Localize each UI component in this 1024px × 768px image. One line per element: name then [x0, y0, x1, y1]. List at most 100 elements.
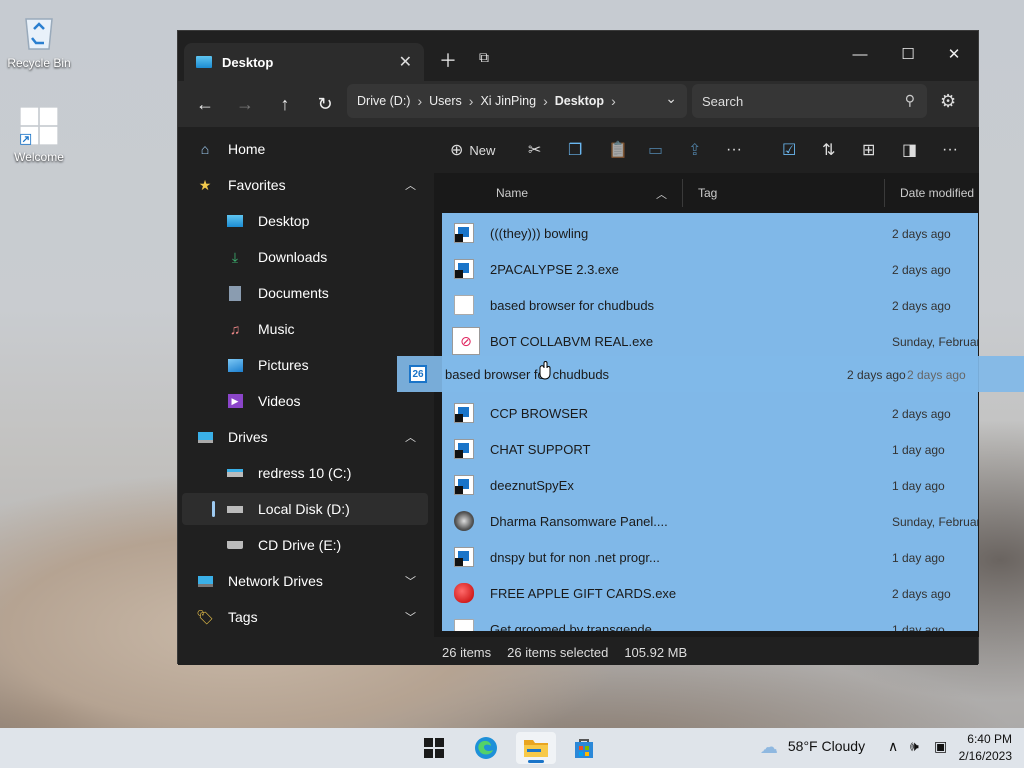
sidebar-item-drive-d[interactable]: Local Disk (D:)	[182, 493, 428, 525]
minimize-button[interactable]: —	[840, 39, 880, 69]
sort-icon[interactable]: ⇅	[822, 137, 835, 163]
sidebar-item-label: redress 10 (C:)	[258, 465, 352, 481]
refresh-icon[interactable]: ↻	[312, 93, 338, 115]
sidebar-item-drive-c[interactable]: redress 10 (C:)	[182, 457, 428, 489]
chevron-up-icon[interactable]: ︿	[405, 177, 416, 193]
chevron-up-icon[interactable]: ︿	[405, 429, 416, 445]
file-name: FREE APPLE GIFT CARDS.exe	[490, 586, 677, 601]
column-tag[interactable]: Tag	[698, 186, 717, 200]
close-button[interactable]: ✕	[934, 39, 974, 69]
plus-circle-icon: ⊕	[450, 142, 464, 159]
list-item[interactable]: dnspy but for non .net progr... 1 day ag…	[442, 539, 978, 575]
sidebar-item-videos[interactable]: ▶ Videos	[182, 385, 428, 417]
copy-icon[interactable]: ❐	[568, 137, 582, 163]
more-options-icon[interactable]: ···	[942, 137, 958, 163]
edge-button[interactable]	[466, 732, 506, 764]
time: 6:40 PM	[967, 732, 1012, 746]
file-date: 1 day ago	[892, 443, 945, 457]
column-divider[interactable]	[682, 179, 683, 207]
file-date: Sunday, Februar	[892, 335, 978, 349]
recycle-bin-shortcut[interactable]: Recycle Bin	[3, 12, 75, 70]
list-item[interactable]: CHAT SUPPORT 1 day ago	[442, 431, 978, 467]
list-item[interactable]: deeznutSpyEx 1 day ago	[442, 467, 978, 503]
breadcrumb-user[interactable]: Xi JinPing	[480, 94, 536, 108]
rename-icon[interactable]: ▭	[648, 137, 663, 163]
sidebar-item-drives[interactable]: Drives ︿	[182, 421, 428, 453]
sidebar-item-drive-e[interactable]: CD Drive (E:)	[182, 529, 428, 561]
desktop-icon	[226, 212, 244, 230]
welcome-shortcut[interactable]: Welcome	[3, 106, 75, 164]
start-button[interactable]	[414, 732, 454, 764]
gear-icon[interactable]: ⚙	[940, 91, 956, 112]
sidebar-item-label: Drives	[228, 429, 268, 445]
windows-start-icon	[424, 738, 444, 758]
chevron-down-icon[interactable]: ﹀	[405, 609, 416, 625]
sidebar-item-desktop[interactable]: Desktop	[182, 205, 428, 237]
file-name: (((they))) bowling	[490, 226, 589, 241]
sidebar-item-documents[interactable]: Documents	[182, 277, 428, 309]
back-arrow-icon[interactable]: ←	[192, 93, 218, 115]
sidebar-item-music[interactable]: ♫ Music	[182, 313, 428, 345]
sidebar-item-network-drives[interactable]: Network Drives ﹀	[182, 565, 428, 597]
column-date-modified[interactable]: Date modified	[900, 186, 974, 200]
new-button[interactable]: ⊕ New	[450, 137, 495, 163]
list-item[interactable]: 2PACALYPSE 2.3.exe 2 days ago	[442, 251, 978, 287]
file-name: dnspy but for non .net progr...	[490, 550, 660, 565]
file-name: CCP BROWSER	[490, 406, 588, 421]
sidebar-item-home[interactable]: ⌂ Home	[182, 133, 428, 165]
column-name[interactable]: Name	[496, 186, 528, 200]
sidebar-item-tags[interactable]: 🏷 Tags ﹀	[182, 601, 428, 633]
network-status-icon[interactable]: ▣	[934, 738, 947, 755]
list-item[interactable]: FREE APPLE GIFT CARDS.exe 2 days ago	[442, 575, 978, 611]
duplicate-tab-icon[interactable]: ⧉	[472, 49, 496, 66]
application-icon	[454, 439, 474, 459]
tab-close-icon[interactable]: ✕	[399, 52, 412, 72]
item-count: 26 items	[442, 644, 492, 660]
breadcrumb-drive[interactable]: Drive (D:)	[357, 94, 410, 108]
file-explorer-button[interactable]	[516, 732, 556, 764]
breadcrumb-desktop[interactable]: Desktop	[555, 94, 604, 108]
forward-arrow-icon[interactable]: →	[232, 93, 258, 115]
select-all-icon[interactable]: ☑	[782, 137, 796, 163]
application-icon	[454, 223, 474, 243]
new-label: New	[469, 142, 496, 158]
sidebar-item-pictures[interactable]: Pictures	[182, 349, 428, 381]
volume-icon[interactable]: 🕪	[910, 738, 919, 755]
up-arrow-icon[interactable]: ↑	[272, 93, 298, 115]
breadcrumb-users[interactable]: Users	[429, 94, 462, 108]
list-item[interactable]: based browser for chudbuds 2 days ago	[442, 287, 978, 323]
list-item[interactable]: Dharma Ransomware Panel.... Sunday, Febr…	[442, 503, 978, 539]
address-bar[interactable]: Drive (D:) › Users › Xi JinPing › Deskto…	[347, 84, 687, 118]
chevron-down-icon[interactable]: ⌄	[665, 90, 677, 107]
sidebar-item-label: Local Disk (D:)	[258, 501, 350, 517]
list-item[interactable]: ⊘ BOT COLLABVM REAL.exe Sunday, Februar	[442, 323, 978, 359]
layout-icon[interactable]: ⊞	[862, 137, 875, 163]
maximize-button[interactable]: ☐	[888, 39, 928, 69]
column-divider[interactable]	[884, 179, 885, 207]
clock[interactable]: 6:40 PM 2/16/2023	[959, 731, 1012, 765]
more-options-icon[interactable]: ···	[726, 137, 742, 163]
chevron-down-icon[interactable]: ﹀	[405, 573, 416, 589]
cut-icon[interactable]: ✂	[528, 137, 541, 163]
recycle-bin-icon	[19, 12, 59, 52]
list-item[interactable]: CCP BROWSER 2 days ago	[442, 395, 978, 431]
sidebar-item-favorites[interactable]: ★ Favorites ︿	[182, 169, 428, 201]
list-item[interactable]: (((they))) bowling 2 days ago	[442, 215, 978, 251]
list-item[interactable]: Get groomed by transgende... 1 day ago	[442, 611, 978, 631]
search-input[interactable]: Search ⚲	[692, 84, 927, 118]
tab-label: Desktop	[222, 54, 274, 70]
application-icon	[454, 259, 474, 279]
share-icon[interactable]: ⇪	[688, 137, 701, 163]
application-icon	[454, 547, 474, 567]
weather-widget[interactable]: ☁ 58°F Cloudy	[760, 737, 865, 758]
preview-pane-icon[interactable]: ◨	[902, 137, 917, 163]
paste-icon[interactable]: 📋	[608, 137, 628, 163]
store-button[interactable]	[564, 732, 604, 764]
chevron-right-icon: ›	[543, 93, 548, 109]
music-icon: ♫	[229, 321, 241, 337]
new-tab-button[interactable]: ＋	[436, 47, 460, 73]
cloud-icon: ☁	[760, 737, 778, 757]
chevron-up-icon[interactable]: ∧	[888, 738, 898, 755]
sidebar-item-downloads[interactable]: ⤓ Downloads	[182, 241, 428, 273]
tab-desktop[interactable]: Desktop ✕	[184, 43, 424, 81]
